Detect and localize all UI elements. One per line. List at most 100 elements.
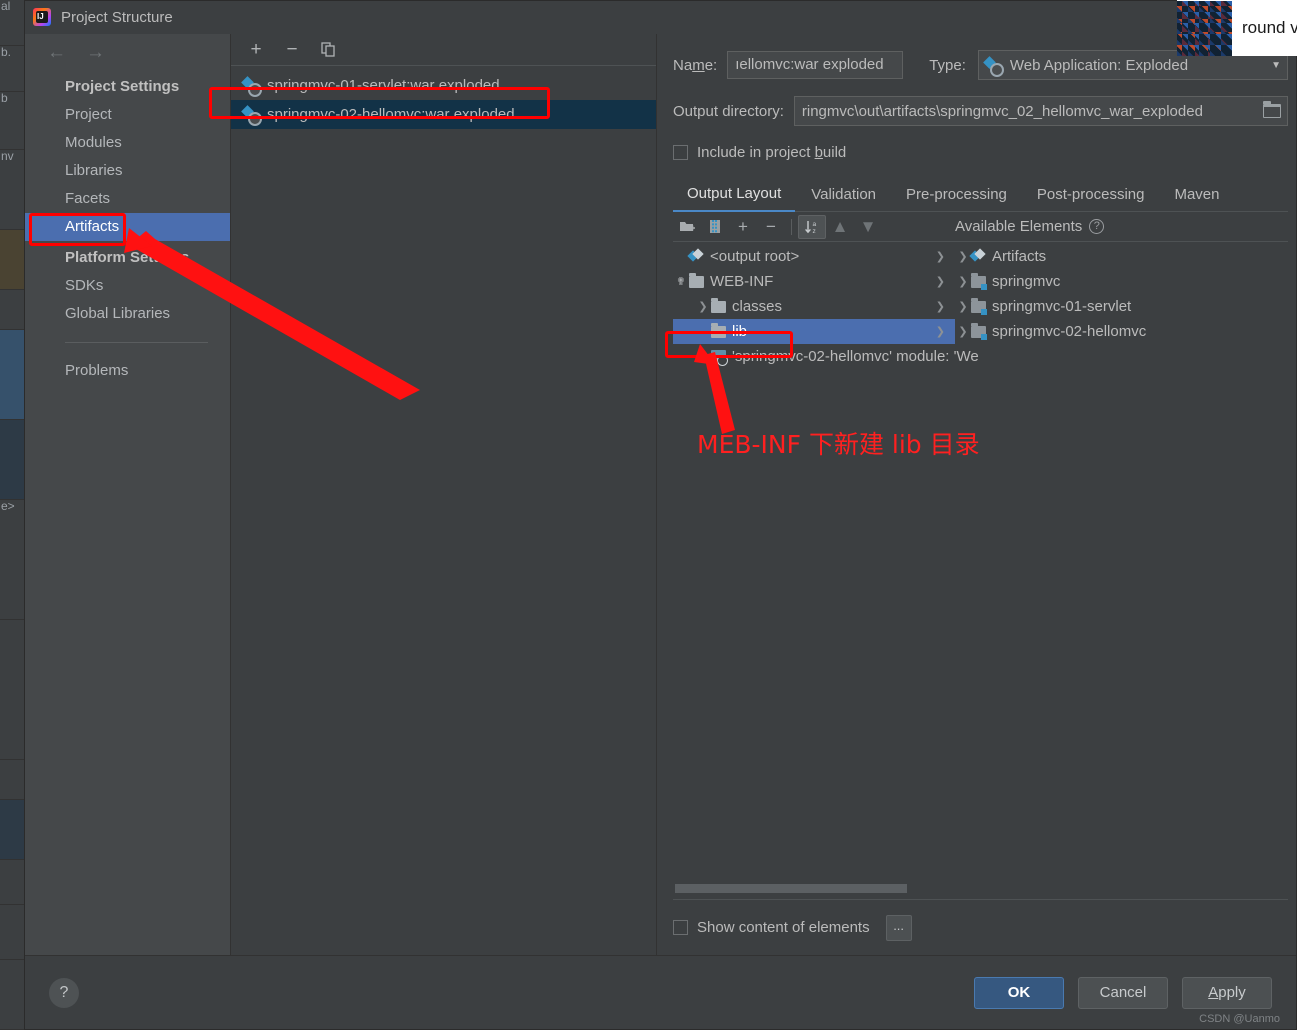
- tree-row-module-output[interactable]: 'springmvc-02-hellomvc' module: 'We: [673, 344, 979, 369]
- copy-artifact-icon[interactable]: [317, 39, 339, 61]
- include-in-build-checkbox[interactable]: [673, 145, 688, 160]
- output-directory-input[interactable]: ringmvc\out\artifacts\springmvc_02_hello…: [793, 96, 1288, 126]
- available-elements-tree[interactable]: ❯ Artifacts ❯ springmvc ❯ springmvc-01-s…: [955, 242, 1288, 899]
- background-ide-strip: [0, 290, 24, 330]
- create-directory-icon[interactable]: [673, 215, 701, 239]
- output-layout-tree[interactable]: <output root> ❯ ✟ WEB-INF ❯ ❯ classes ❯ …: [673, 242, 979, 899]
- sidebar-item-project[interactable]: Project: [25, 101, 230, 129]
- artifact-icon: [689, 250, 704, 264]
- sidebar-item-global-libraries[interactable]: Global Libraries: [25, 300, 230, 328]
- sidebar-item-problems[interactable]: Problems: [25, 357, 230, 385]
- module-folder-icon: [971, 322, 987, 340]
- ok-button[interactable]: OK: [974, 976, 1064, 1009]
- tab-post-processing[interactable]: Post-processing: [1023, 182, 1159, 211]
- sidebar-item-sdks[interactable]: SDKs: [25, 272, 230, 300]
- tab-validation[interactable]: Validation: [797, 182, 890, 211]
- chevron-right-icon[interactable]: ❯: [955, 250, 971, 263]
- move-up-icon[interactable]: ▲: [826, 215, 854, 239]
- chevron-right-icon[interactable]: ❯: [936, 275, 955, 288]
- artifact-name-input[interactable]: ıellomvc:war exploded: [727, 51, 904, 79]
- background-ide-strip: [0, 760, 24, 800]
- browse-folder-icon[interactable]: [1263, 101, 1281, 118]
- artifact-row-selected[interactable]: springmvc-02-hellomvc:war exploded: [231, 100, 656, 129]
- background-ide-strip: [0, 905, 24, 960]
- horizontal-scrollbar-thumb[interactable]: [675, 883, 907, 893]
- available-row-label: springmvc-02-hellomvc: [992, 323, 1147, 340]
- chevron-right-icon[interactable]: ❯: [955, 300, 971, 313]
- output-layout-toolbar: + − a z ▲ ▼ Available Elements ?: [673, 212, 1288, 242]
- remove-element-button[interactable]: −: [757, 215, 785, 239]
- background-ide-strip: nv: [0, 150, 24, 230]
- tree-row-lib[interactable]: lib ❯: [673, 319, 955, 344]
- create-archive-icon[interactable]: [701, 215, 729, 239]
- tab-maven[interactable]: Maven: [1160, 182, 1233, 211]
- background-ide-strip: [0, 330, 24, 420]
- watermark: CSDN @Uanmo: [1199, 1013, 1280, 1025]
- background-ide-strip: b.: [0, 46, 24, 92]
- intellij-idea-icon: [33, 8, 51, 26]
- artifact-row[interactable]: springmvc-01-servlet:war exploded: [231, 71, 656, 100]
- layout-trees: <output root> ❯ ✟ WEB-INF ❯ ❯ classes ❯ …: [673, 242, 1288, 899]
- artifacts-list[interactable]: springmvc-01-servlet:war exploded spring…: [231, 66, 656, 955]
- artifact-label: springmvc-02-hellomvc:war exploded: [267, 106, 515, 123]
- chevron-right-icon[interactable]: ❯: [936, 300, 955, 313]
- artifact-icon: [971, 250, 986, 264]
- sidebar-item-libraries[interactable]: Libraries: [25, 157, 230, 185]
- chevron-right-icon[interactable]: ❯: [695, 300, 711, 313]
- background-ide-strip: [0, 800, 24, 860]
- available-row-label: springmvc: [992, 273, 1061, 290]
- back-arrow-icon[interactable]: ←: [47, 43, 66, 62]
- background-ide-strip: [0, 960, 24, 1030]
- tab-pre-processing[interactable]: Pre-processing: [892, 182, 1021, 211]
- apply-button[interactable]: Apply: [1182, 976, 1272, 1009]
- add-copy-button[interactable]: +: [729, 215, 757, 239]
- sidebar-heading-platform-settings: Platform Settings: [65, 249, 190, 266]
- output-directory-label: Output directory:: [673, 102, 784, 120]
- more-options-button[interactable]: ...: [885, 914, 912, 941]
- horizontal-scrollbar-track[interactable]: [673, 877, 955, 899]
- dialog-title: Project Structure: [61, 8, 173, 26]
- include-in-build-row[interactable]: Include in project build: [673, 144, 1288, 161]
- output-directory-row: Output directory: ringmvc\out\artifacts\…: [673, 96, 1288, 126]
- chevron-right-icon[interactable]: ❯: [955, 275, 971, 288]
- sort-az-icon[interactable]: a z: [798, 214, 826, 239]
- floating-thumbnail-overlay: round v: [1177, 0, 1297, 56]
- remove-artifact-button[interactable]: −: [281, 39, 303, 61]
- project-structure-dialog: Project Structure ← → Project Settings P…: [24, 0, 1297, 1030]
- tree-row-classes[interactable]: ❯ classes ❯: [673, 294, 955, 319]
- background-ide-strip: [0, 620, 24, 760]
- tree-row-output-root[interactable]: <output root> ❯: [673, 244, 955, 269]
- available-row-springmvc-02-hellomvc[interactable]: ❯ springmvc-02-hellomvc: [955, 319, 1288, 344]
- help-button[interactable]: ?: [49, 977, 79, 1008]
- available-elements-header: Available Elements ?: [955, 218, 1288, 235]
- chevron-right-icon[interactable]: ❯: [955, 325, 971, 338]
- folder-icon: [711, 297, 726, 313]
- artifact-label: springmvc-01-servlet:war exploded: [267, 77, 500, 94]
- available-row-artifacts[interactable]: ❯ Artifacts: [955, 244, 1288, 269]
- artifact-icon: [243, 106, 262, 126]
- help-icon[interactable]: ?: [1089, 219, 1105, 234]
- cancel-button[interactable]: Cancel: [1078, 976, 1168, 1009]
- tree-row-web-inf[interactable]: ✟ WEB-INF ❯: [673, 269, 955, 294]
- available-row-springmvc[interactable]: ❯ springmvc: [955, 269, 1288, 294]
- svg-text:z: z: [812, 228, 815, 235]
- background-ide-strip: [0, 420, 24, 500]
- add-artifact-button[interactable]: +: [245, 39, 267, 61]
- chevron-right-icon[interactable]: ❯: [936, 325, 955, 338]
- tab-output-layout[interactable]: Output Layout: [673, 181, 796, 212]
- module-folder-icon: [971, 297, 987, 315]
- move-down-icon[interactable]: ▼: [854, 215, 882, 239]
- thumbnail-text: round v: [1242, 18, 1297, 37]
- chevron-down-icon[interactable]: ✟: [673, 275, 689, 288]
- artifact-type-value: Web Application: Exploded: [1009, 56, 1189, 74]
- chevron-right-icon[interactable]: ❯: [936, 250, 955, 263]
- tree-row-label: classes: [732, 298, 783, 315]
- forward-arrow-icon[interactable]: →: [86, 43, 105, 62]
- sidebar-item-facets[interactable]: Facets: [25, 185, 230, 213]
- show-content-label: Show content of elements: [697, 919, 870, 936]
- sidebar-item-modules[interactable]: Modules: [25, 129, 230, 157]
- tree-row-label: <output root>: [710, 248, 800, 265]
- sidebar-item-artifacts[interactable]: Artifacts: [25, 213, 230, 241]
- available-row-springmvc-01-servlet[interactable]: ❯ springmvc-01-servlet: [955, 294, 1288, 319]
- show-content-checkbox[interactable]: [673, 920, 688, 935]
